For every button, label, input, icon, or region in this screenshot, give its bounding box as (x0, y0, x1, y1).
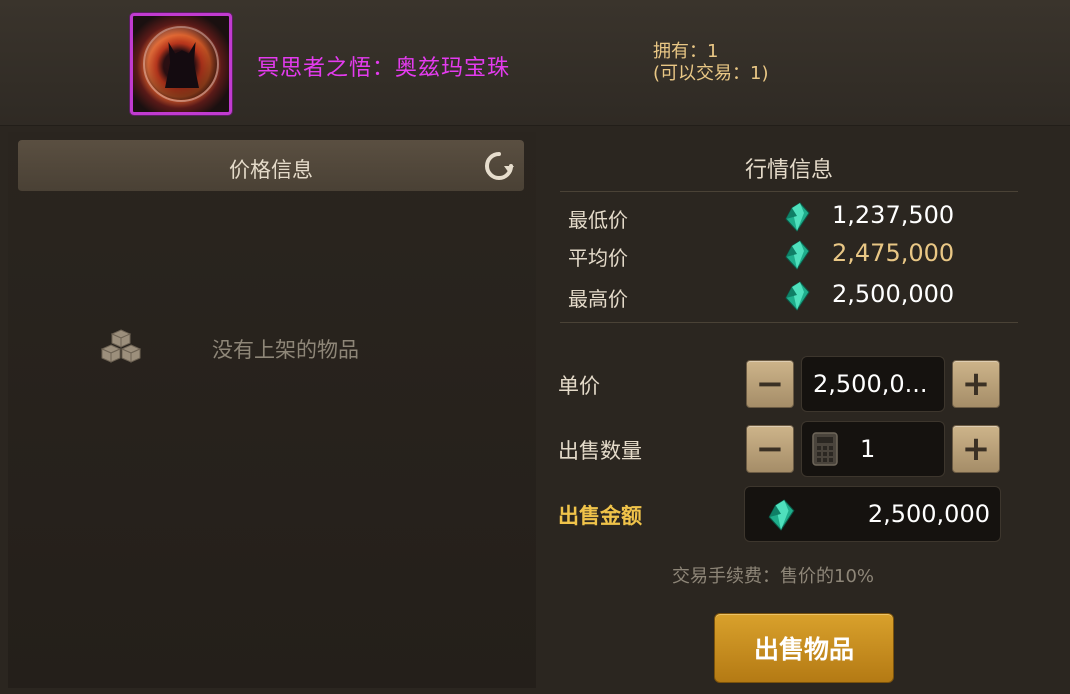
unit-price-increase-button[interactable]: + (952, 360, 1000, 408)
quantity-value: 1 (860, 435, 876, 463)
market-row-average: 平均价 2,475,000 (568, 238, 998, 272)
sell-item-button[interactable]: 出售物品 (714, 613, 894, 683)
transaction-fee-text: 交易手续费：售价的10% (672, 566, 875, 587)
boxes-icon (100, 329, 142, 363)
highest-price-label: 最高价 (568, 287, 628, 311)
market-info-title: 行情信息 (744, 158, 833, 183)
total-amount-value: 2,500,000 (867, 500, 990, 528)
price-info-header: 价格信息 (18, 140, 524, 192)
empty-listing-text: 没有上架的物品 (212, 338, 359, 362)
market-row-lowest: 最低价 1,237,500 (568, 200, 998, 234)
quantity-label: 出售数量 (558, 439, 642, 463)
tradable-count: (可以交易：1) (653, 63, 769, 84)
gem-icon (785, 281, 810, 311)
ozma-orb-item-icon[interactable] (130, 13, 232, 115)
ownership-info: 拥有：1 (可以交易：1) (653, 41, 769, 85)
market-divider-bottom (560, 322, 1018, 323)
refresh-icon (485, 152, 514, 180)
gem-icon (785, 240, 810, 270)
owned-count: 拥有：1 (653, 41, 719, 62)
total-amount-field: 2,500,000 (744, 486, 1001, 542)
price-info-panel: 价格信息 没有上架的物品 (8, 132, 536, 688)
unit-price-value: 2,500,0... (813, 370, 928, 398)
quantity-increase-button[interactable]: + (952, 425, 1000, 473)
lowest-price-label: 最低价 (568, 208, 628, 232)
highest-price-value: 2,500,000 (832, 280, 955, 308)
average-price-label: 平均价 (568, 246, 628, 270)
refresh-button[interactable] (482, 149, 516, 183)
item-name: 冥思者之悟：奥兹玛宝珠 (257, 56, 511, 81)
quantity-decrease-button[interactable]: − (746, 425, 794, 473)
market-divider-top (560, 191, 1018, 192)
price-info-title: 价格信息 (229, 158, 313, 182)
market-row-highest: 最高价 2,500,000 (568, 279, 998, 313)
unit-price-label: 单价 (558, 374, 600, 398)
lowest-price-value: 1,237,500 (832, 201, 955, 229)
item-header: 冥思者之悟：奥兹玛宝珠 拥有：1 (可以交易：1) (0, 0, 1070, 126)
calculator-icon[interactable] (812, 432, 838, 466)
unit-price-decrease-button[interactable]: − (746, 360, 794, 408)
gem-icon (768, 499, 795, 531)
gem-icon (785, 202, 810, 232)
quantity-input[interactable]: 1 (801, 421, 945, 477)
unit-price-input[interactable]: 2,500,0... (801, 356, 945, 412)
total-amount-label: 出售金额 (558, 504, 642, 528)
average-price-value: 2,475,000 (832, 239, 955, 267)
